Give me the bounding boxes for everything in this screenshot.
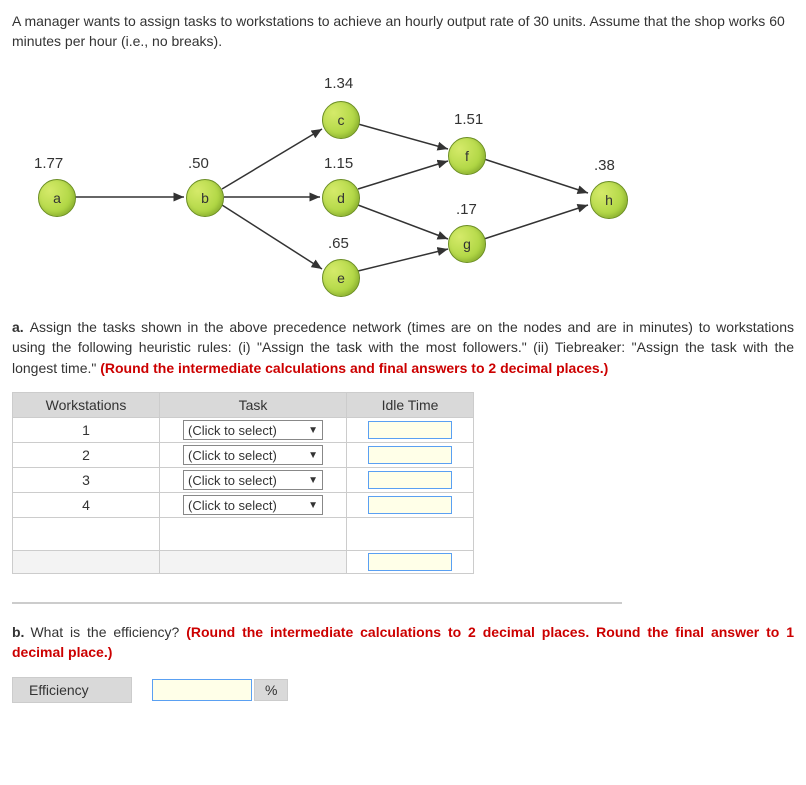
spacer-row <box>13 518 474 551</box>
header-idle: Idle Time <box>347 393 474 418</box>
workstation-table: Workstations Task Idle Time 1 (Click to … <box>12 392 474 574</box>
part-a-letter: a. <box>12 319 24 335</box>
chevron-down-icon: ▼ <box>308 475 318 486</box>
node-g-time: .17 <box>456 201 477 218</box>
node-c: c <box>322 101 360 139</box>
idle-input[interactable] <box>368 471 452 489</box>
divider <box>12 602 622 604</box>
node-a-time: 1.77 <box>34 155 63 172</box>
node-h: h <box>590 181 628 219</box>
ws-cell: 3 <box>13 468 160 493</box>
node-f: f <box>448 137 486 175</box>
node-h-time: .38 <box>594 157 615 174</box>
node-d-time: 1.15 <box>324 155 353 172</box>
table-row: 2 (Click to select)▼ <box>13 443 474 468</box>
node-e: e <box>322 259 360 297</box>
node-f-time: 1.51 <box>454 111 483 128</box>
idle-input[interactable] <box>368 496 452 514</box>
part-a-redtext: (Round the intermediate calculations and… <box>100 360 608 376</box>
intro-text: A manager wants to assign tasks to works… <box>12 12 794 51</box>
node-a: a <box>38 179 76 217</box>
header-task: Task <box>160 393 347 418</box>
node-c-time: 1.34 <box>324 75 353 92</box>
total-idle-input[interactable] <box>368 553 452 571</box>
node-g: g <box>448 225 486 263</box>
part-b-letter: b. <box>12 624 24 640</box>
table-row: 1 (Click to select)▼ <box>13 418 474 443</box>
ws-cell: 1 <box>13 418 160 443</box>
idle-input[interactable] <box>368 446 452 464</box>
workstation-table-wrap: Workstations Task Idle Time 1 (Click to … <box>12 392 622 604</box>
efficiency-unit: % <box>254 679 288 701</box>
total-row <box>13 551 474 574</box>
table-row: 4 (Click to select)▼ <box>13 493 474 518</box>
ws-cell: 2 <box>13 443 160 468</box>
part-b-text: What is the efficiency? <box>30 624 186 640</box>
header-workstations: Workstations <box>13 393 160 418</box>
table-row: 3 (Click to select)▼ <box>13 468 474 493</box>
node-e-time: .65 <box>328 235 349 252</box>
node-b: b <box>186 179 224 217</box>
chevron-down-icon: ▼ <box>308 500 318 511</box>
node-d: d <box>322 179 360 217</box>
node-b-time: .50 <box>188 155 209 172</box>
precedence-diagram: a 1.77 b .50 c 1.34 d 1.15 e .65 f 1.51 … <box>12 59 772 299</box>
part-b: b.What is the efficiency? (Round the int… <box>12 622 794 663</box>
task-dropdown[interactable]: (Click to select)▼ <box>183 495 323 515</box>
task-dropdown[interactable]: (Click to select)▼ <box>183 420 323 440</box>
task-dropdown[interactable]: (Click to select)▼ <box>183 445 323 465</box>
ws-cell: 4 <box>13 493 160 518</box>
efficiency-label: Efficiency <box>12 677 132 703</box>
chevron-down-icon: ▼ <box>308 450 318 461</box>
efficiency-input[interactable] <box>152 679 252 701</box>
efficiency-row: Efficiency % <box>12 677 794 703</box>
diagram-arrows <box>12 59 772 299</box>
idle-input[interactable] <box>368 421 452 439</box>
task-dropdown[interactable]: (Click to select)▼ <box>183 470 323 490</box>
part-a: a.Assign the tasks shown in the above pr… <box>12 317 794 378</box>
chevron-down-icon: ▼ <box>308 425 318 436</box>
